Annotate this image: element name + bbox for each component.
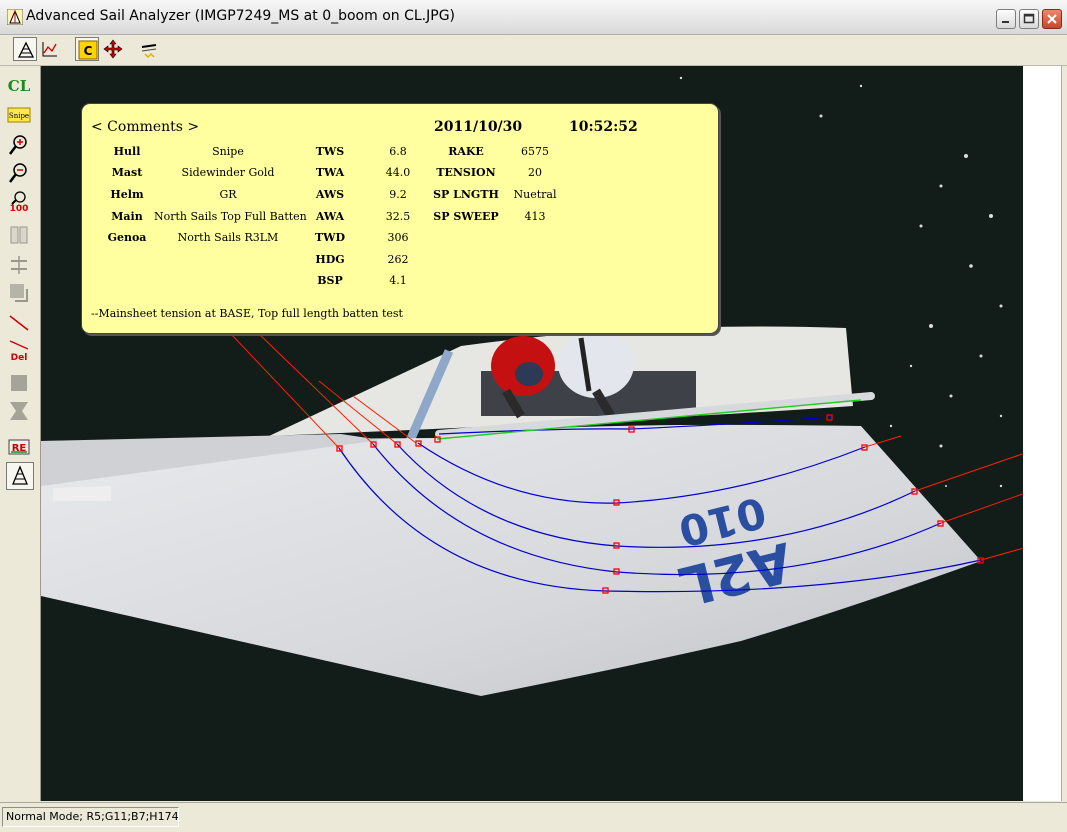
wind-label: AWA bbox=[315, 210, 345, 223]
fill-square-icon bbox=[11, 375, 27, 391]
canvas-margin bbox=[1023, 66, 1062, 801]
close-button[interactable] bbox=[1042, 9, 1062, 29]
boat-value: Sidewinder Gold bbox=[181, 166, 275, 179]
title-bar: Advanced Sail Analyzer (IMGP7249_MS at 0… bbox=[0, 0, 1067, 35]
zoom-in-icon bbox=[9, 135, 27, 155]
shrink-button[interactable] bbox=[6, 398, 34, 426]
toolbar-water-level-button[interactable] bbox=[137, 37, 161, 61]
boat-label: Genoa bbox=[107, 231, 147, 244]
rig-value: 413 bbox=[524, 210, 546, 223]
wind-value: 44.0 bbox=[385, 166, 411, 179]
rig-label: RAKE bbox=[448, 145, 484, 158]
centerline-icon: CL bbox=[8, 77, 31, 95]
comments-title[interactable]: < Comments > bbox=[91, 119, 199, 135]
water-level-icon bbox=[141, 44, 157, 59]
move-icon bbox=[103, 39, 123, 59]
align-button[interactable] bbox=[6, 252, 34, 280]
boat-label: Main bbox=[111, 210, 143, 223]
rig-value: 20 bbox=[528, 166, 542, 179]
report-button[interactable]: RE bbox=[6, 434, 34, 462]
boat-value: Snipe bbox=[212, 145, 244, 158]
wind-value: 262 bbox=[387, 253, 409, 266]
split-button[interactable] bbox=[6, 222, 34, 250]
snipe-button[interactable]: Snipe bbox=[6, 102, 34, 130]
rig-value: Nuetral bbox=[513, 188, 557, 201]
wind-value: 6.8 bbox=[389, 145, 407, 158]
align-icon bbox=[11, 256, 27, 274]
draw-line-button[interactable] bbox=[6, 310, 34, 338]
toolbar: C bbox=[0, 35, 1067, 66]
wind-value: 32.5 bbox=[385, 210, 411, 223]
zoom-100-icon: 100 bbox=[10, 191, 29, 213]
comments-panel[interactable]: < Comments > 2011/10/30 10:52:52 Hull Ma… bbox=[81, 103, 719, 334]
crew-white-jacket bbox=[558, 330, 634, 398]
calibrate-icon: C bbox=[78, 40, 98, 60]
date-value: 2011/10/30 bbox=[434, 119, 523, 135]
wind-value: 9.2 bbox=[389, 188, 407, 201]
toolbar-calibrate-button[interactable]: C bbox=[75, 37, 99, 61]
snipe-icon: Snipe bbox=[7, 107, 31, 123]
minimize-button[interactable] bbox=[996, 9, 1016, 29]
boat-value: North Sails Top Full Batten bbox=[154, 210, 307, 223]
status-text: Normal Mode; R5;G11;B7;H174;S9 bbox=[2, 807, 179, 827]
boat-label: Hull bbox=[113, 145, 141, 158]
window-title: Advanced Sail Analyzer (IMGP7249_MS at 0… bbox=[26, 8, 456, 24]
wind-label: TWA bbox=[315, 166, 345, 179]
sail-view-icon bbox=[17, 41, 35, 58]
rig-label: SP SWEEP bbox=[433, 210, 499, 223]
svg-text:Del: Del bbox=[11, 353, 28, 363]
delete-line-button[interactable]: Del bbox=[6, 338, 34, 366]
wind-label: HDG bbox=[315, 253, 345, 266]
delete-line-icon: Del bbox=[9, 340, 29, 363]
svg-text:C: C bbox=[84, 44, 93, 58]
wind-label: TWD bbox=[314, 231, 346, 244]
svg-text:100: 100 bbox=[10, 204, 29, 213]
graph-view-icon bbox=[42, 42, 57, 57]
zoom-out-icon bbox=[9, 163, 27, 183]
wind-label: BSP bbox=[317, 274, 343, 287]
status-bar: Normal Mode; R5;G11;B7;H174;S9 bbox=[0, 802, 1067, 832]
toolbar-sail-view-button[interactable] bbox=[13, 37, 37, 61]
zoom-in-button[interactable] bbox=[6, 132, 34, 160]
sail-profile-icon bbox=[12, 465, 28, 485]
rig-label: SP LNGTH bbox=[433, 188, 499, 201]
zoom-100-button[interactable]: 100 bbox=[6, 188, 34, 216]
shrink-icon bbox=[10, 402, 28, 420]
wind-value: 306 bbox=[387, 231, 409, 244]
split-icon bbox=[10, 226, 28, 244]
boat-label: Mast bbox=[111, 166, 143, 179]
centerline-button[interactable]: CL bbox=[6, 72, 34, 100]
svg-text:CL: CL bbox=[8, 77, 31, 95]
sail-app-icon[interactable] bbox=[7, 9, 23, 25]
sail-profile-button[interactable] bbox=[6, 462, 34, 490]
wind-label: AWS bbox=[315, 188, 345, 201]
fill-square-button[interactable] bbox=[6, 370, 34, 398]
wind-label: TWS bbox=[315, 145, 345, 158]
boat-label: Helm bbox=[110, 188, 144, 201]
frame-icon bbox=[10, 284, 28, 302]
toolbar-move-button[interactable] bbox=[101, 37, 125, 61]
svg-text:Snipe: Snipe bbox=[9, 112, 29, 120]
maximize-button[interactable] bbox=[1019, 9, 1039, 29]
wind-value: 4.1 bbox=[389, 274, 407, 287]
boat-value: GR bbox=[219, 188, 237, 201]
comment-note: --Mainsheet tension at BASE, Top full le… bbox=[91, 307, 403, 320]
frame-button[interactable] bbox=[6, 280, 34, 308]
boat-value: North Sails R3LM bbox=[177, 231, 279, 244]
time-value: 10:52:52 bbox=[569, 119, 638, 135]
zoom-out-button[interactable] bbox=[6, 160, 34, 188]
report-icon: RE bbox=[8, 439, 30, 455]
rig-value: 6575 bbox=[521, 145, 549, 158]
tool-sidebar: CL Snipe 100 Del RE bbox=[0, 66, 41, 801]
toolbar-graph-view-button[interactable] bbox=[38, 37, 62, 61]
draw-line-icon bbox=[9, 315, 29, 331]
rig-label: TENSION bbox=[436, 166, 496, 179]
